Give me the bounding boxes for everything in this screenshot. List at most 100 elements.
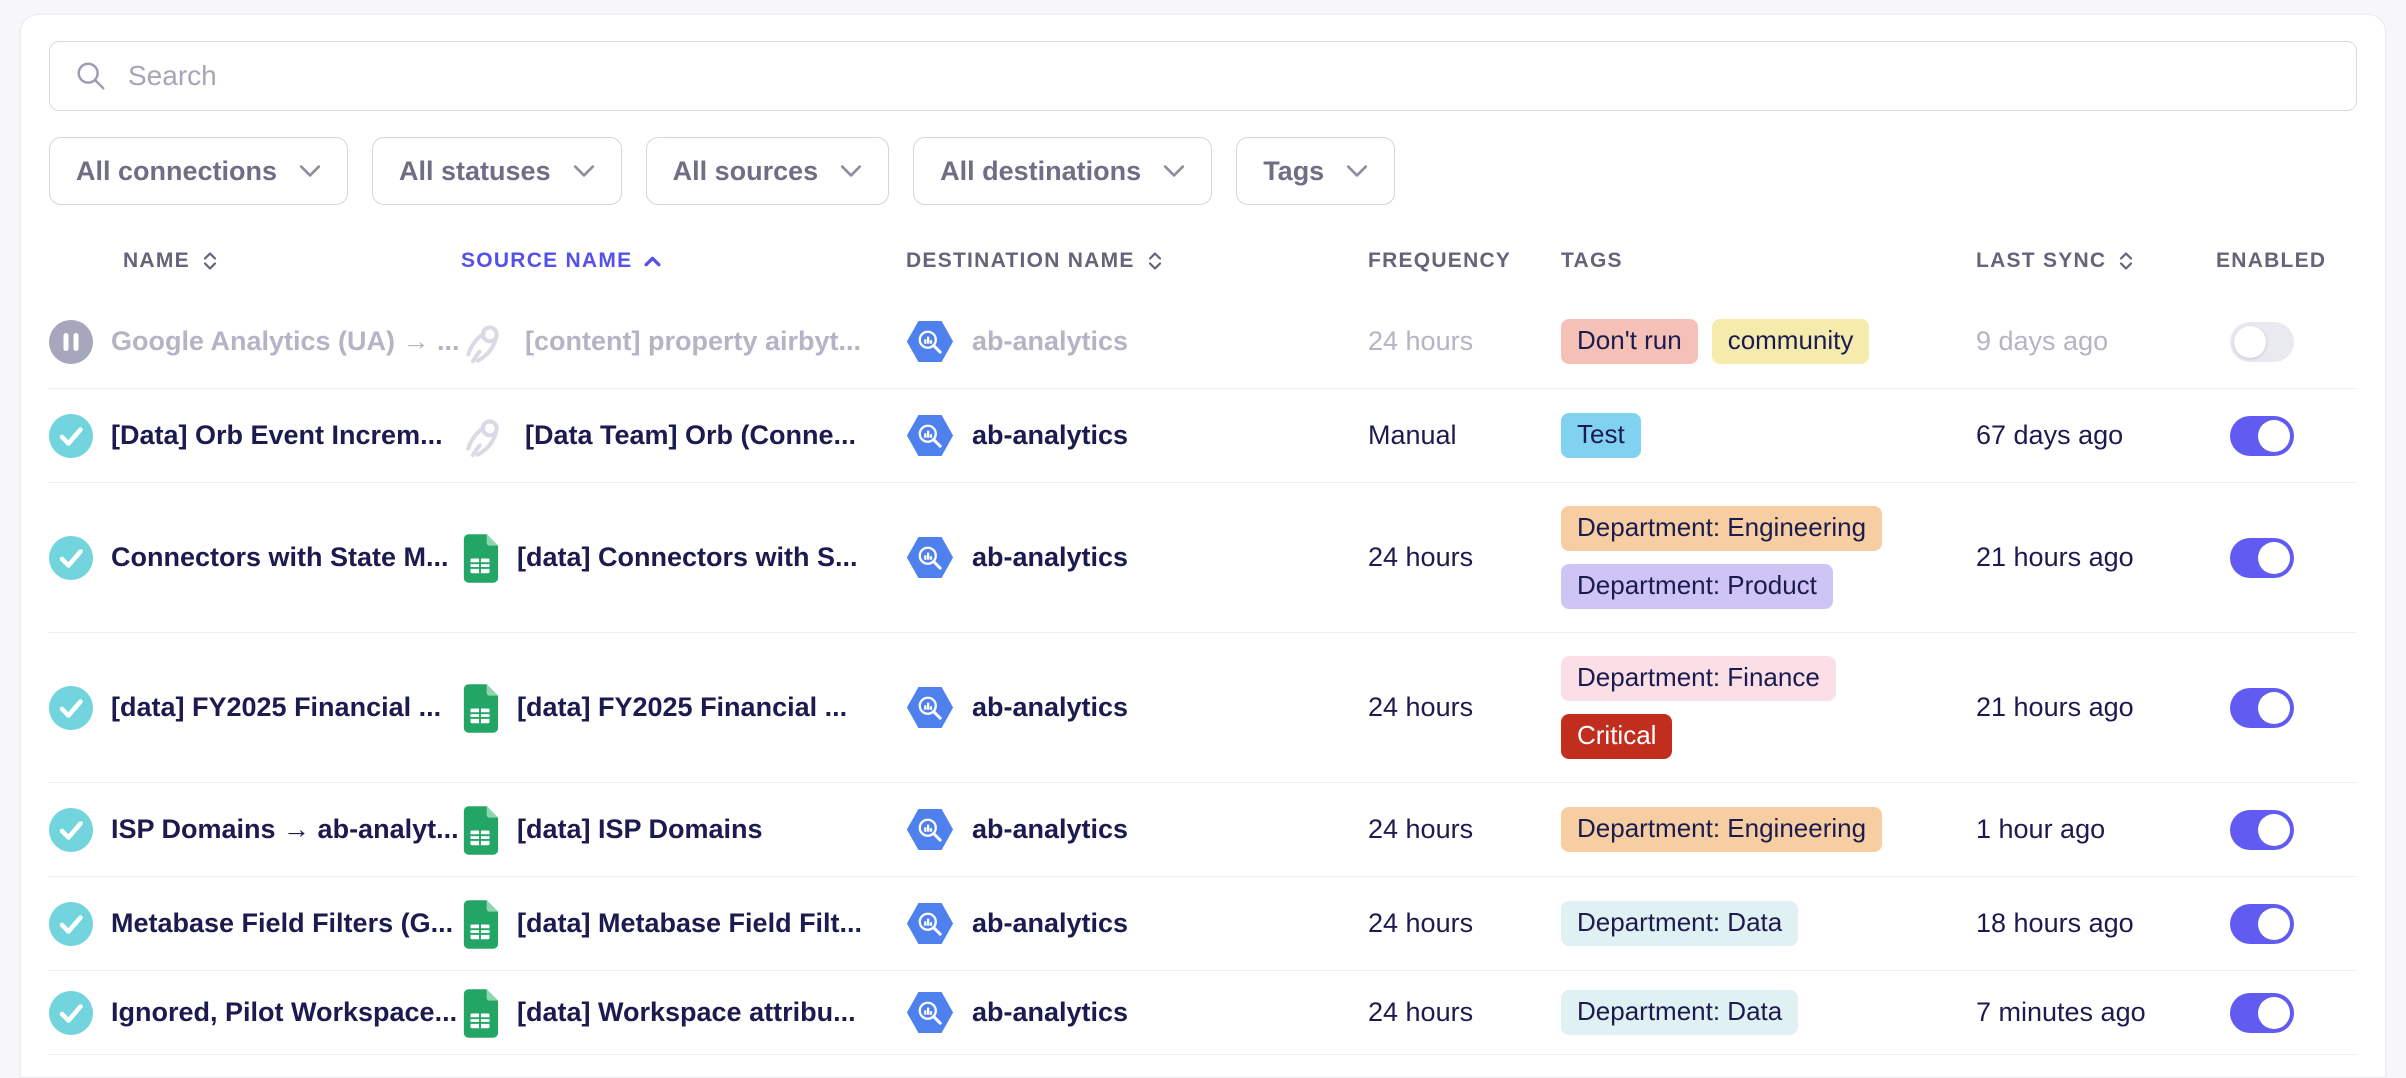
source-name[interactable]: [data] Workspace attribu... (517, 997, 856, 1028)
last-sync-value: 9 days ago (1976, 326, 2108, 357)
source-name[interactable]: [Data Team] Orb (Conne... (525, 420, 856, 451)
frequency-cell: 24 hours (1368, 814, 1561, 845)
connection-name[interactable]: Connectors with State M... (111, 542, 449, 573)
filter-all-statuses[interactable]: All statuses (372, 137, 622, 205)
bigquery-icon (906, 320, 954, 363)
bigquery-icon (906, 414, 954, 457)
name-cell: Connectors with State M... (49, 536, 461, 580)
source-name[interactable]: [data] FY2025 Financial ... (517, 692, 847, 723)
search-input[interactable] (128, 60, 2332, 92)
enabled-cell (2216, 538, 2357, 578)
tags-cell: Department: Data (1561, 901, 1976, 946)
name-cell: Ignored, Pilot Workspace... (49, 991, 461, 1035)
connection-status-icon (49, 902, 93, 946)
source-cell: [Data Team] Orb (Conne... (461, 413, 906, 459)
filter-all-sources[interactable]: All sources (646, 137, 890, 205)
column-header-last-sync[interactable]: LAST SYNC (1976, 249, 2216, 273)
filter-all-connections[interactable]: All connections (49, 137, 348, 205)
tags-cell: Don't runcommunity (1561, 319, 1976, 364)
source-cell: [content] property airbyt... (461, 319, 906, 365)
table-row[interactable]: Ignored, Pilot Workspace... [data] Works… (49, 971, 2357, 1055)
destination-name[interactable]: ab-analytics (972, 542, 1128, 573)
source-name[interactable]: [content] property airbyt... (525, 326, 861, 357)
tag-chip: Department: Finance (1561, 656, 1836, 701)
destination-cell: ab-analytics (906, 320, 1368, 363)
enabled-toggle[interactable] (2230, 904, 2294, 944)
filter-label: All destinations (940, 156, 1141, 187)
tags-cell: Department: EngineeringDepartment: Produ… (1561, 506, 1976, 609)
chevron-down-icon (1163, 164, 1185, 178)
table-row[interactable]: Metabase Field Filters (G... [data] Meta… (49, 877, 2357, 971)
destination-name[interactable]: ab-analytics (972, 908, 1128, 939)
filter-label: All statuses (399, 156, 551, 187)
airbyte-icon (461, 319, 507, 365)
tag-chip: Department: Data (1561, 990, 1798, 1035)
sort-icon (2118, 251, 2134, 271)
filter-all-destinations[interactable]: All destinations (913, 137, 1212, 205)
connection-name[interactable]: [data] FY2025 Financial ... (111, 692, 441, 723)
google-sheets-icon (461, 683, 499, 733)
table-row[interactable]: Connectors with State M... [data] Connec… (49, 483, 2357, 633)
connection-status-icon (49, 320, 93, 364)
column-header-name[interactable]: NAME (49, 249, 461, 273)
tag-chip: Department: Engineering (1561, 807, 1882, 852)
connection-name[interactable]: Metabase Field Filters (G... (111, 908, 453, 939)
sort-icon (202, 251, 218, 271)
enabled-toggle[interactable] (2230, 538, 2294, 578)
enabled-cell (2216, 810, 2357, 850)
table-row[interactable]: ISP Domains → ab-analyt... [data] ISP Do… (49, 783, 2357, 877)
destination-name[interactable]: ab-analytics (972, 692, 1128, 723)
last-sync-cell: 1 hour ago (1976, 814, 2216, 845)
tag-list: Department: Data (1561, 901, 1798, 946)
enabled-toggle[interactable] (2230, 688, 2294, 728)
destination-name[interactable]: ab-analytics (972, 420, 1128, 451)
check-icon (49, 991, 93, 1035)
connection-status-icon (49, 414, 93, 458)
table-row[interactable]: [data] FY2025 Financial ... [data] FY202… (49, 633, 2357, 783)
source-name[interactable]: [data] ISP Domains (517, 814, 763, 845)
bigquery-icon (906, 686, 954, 729)
frequency-cell: 24 hours (1368, 692, 1561, 723)
check-icon (49, 808, 93, 852)
filter-label: Tags (1263, 156, 1324, 187)
source-name[interactable]: [data] Connectors with S... (517, 542, 858, 573)
destination-name[interactable]: ab-analytics (972, 814, 1128, 845)
column-header-tags: TAGS (1561, 249, 1976, 273)
bigquery-icon (906, 536, 954, 579)
last-sync-value: 7 minutes ago (1976, 997, 2146, 1028)
destination-name[interactable]: ab-analytics (972, 997, 1128, 1028)
enabled-toggle[interactable] (2230, 810, 2294, 850)
bigquery-icon (906, 808, 954, 851)
column-header-source-name[interactable]: SOURCE NAME (461, 249, 906, 273)
connections-table: NAME SOURCE NAME DESTINATION NAME FREQUE… (49, 227, 2357, 1055)
tag-list: Don't runcommunity (1561, 319, 1869, 364)
enabled-toggle[interactable] (2230, 416, 2294, 456)
column-header-destination-name[interactable]: DESTINATION NAME (906, 249, 1368, 273)
connection-name[interactable]: ISP Domains → ab-analyt... (111, 814, 459, 845)
chevron-down-icon (840, 164, 862, 178)
tags-cell: Department: FinanceCritical (1561, 656, 1976, 759)
frequency-value: 24 hours (1368, 542, 1473, 573)
connection-name[interactable]: Google Analytics (UA) → ... (111, 326, 460, 357)
enabled-toggle[interactable] (2230, 322, 2294, 362)
search-box[interactable] (49, 41, 2357, 111)
destination-cell: ab-analytics (906, 686, 1368, 729)
enabled-toggle[interactable] (2230, 993, 2294, 1033)
check-icon (49, 414, 93, 458)
connection-name[interactable]: [Data] Orb Event Increm... (111, 420, 443, 451)
source-name[interactable]: [data] Metabase Field Filt... (517, 908, 862, 939)
frequency-cell: 24 hours (1368, 542, 1561, 573)
frequency-cell: 24 hours (1368, 908, 1561, 939)
chevron-down-icon (1346, 164, 1368, 178)
bigquery-icon (906, 902, 954, 945)
last-sync-value: 67 days ago (1976, 420, 2123, 451)
destination-name[interactable]: ab-analytics (972, 326, 1128, 357)
source-cell: [data] Connectors with S... (461, 533, 906, 583)
table-row[interactable]: [Data] Orb Event Increm... [Data Team] O… (49, 389, 2357, 483)
table-rows: Google Analytics (UA) → ... [content] pr… (49, 295, 2357, 1055)
table-row[interactable]: Google Analytics (UA) → ... [content] pr… (49, 295, 2357, 389)
last-sync-cell: 9 days ago (1976, 326, 2216, 357)
filter-tags[interactable]: Tags (1236, 137, 1395, 205)
connection-name[interactable]: Ignored, Pilot Workspace... (111, 997, 457, 1028)
last-sync-cell: 7 minutes ago (1976, 997, 2216, 1028)
